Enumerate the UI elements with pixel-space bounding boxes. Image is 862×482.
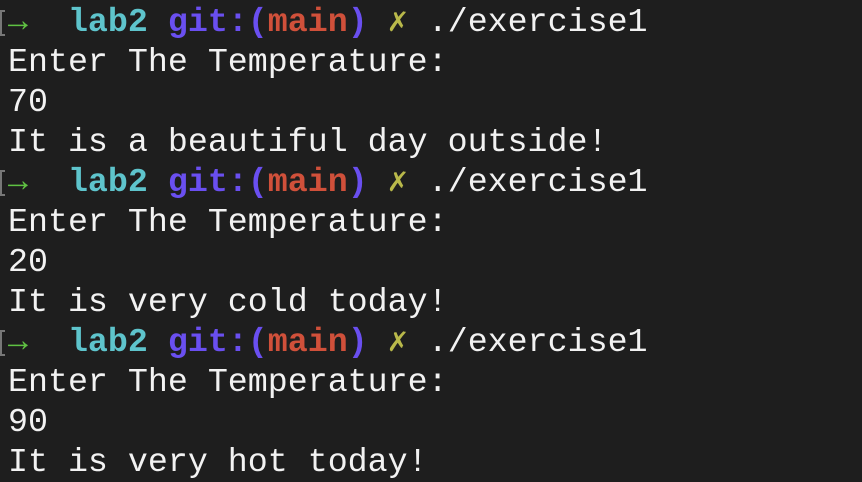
dirty-icon: ✗: [387, 3, 408, 41]
git-prefix: git:(: [167, 3, 268, 41]
mark-icon: [0, 10, 5, 36]
user-input: 90: [8, 403, 48, 441]
dir-name: lab2: [67, 323, 148, 361]
program-prompt: Enter The Temperature:: [8, 43, 448, 81]
dirty-icon: ✗: [387, 163, 408, 201]
dirty-icon: ✗: [387, 323, 408, 361]
git-suffix: ): [347, 323, 368, 361]
command: ./exercise1: [427, 3, 648, 41]
branch-name: main: [267, 163, 348, 201]
terminal-output[interactable]: → lab2 git:(main) ✗ ./exercise1 Enter Th…: [0, 2, 648, 482]
git-prefix: git:(: [167, 323, 268, 361]
program-output: It is very hot today!: [8, 443, 428, 481]
branch-name: main: [267, 3, 348, 41]
program-output: It is very cold today!: [8, 283, 448, 321]
command: ./exercise1: [427, 163, 648, 201]
user-input: 70: [8, 83, 48, 121]
prompt-line: → lab2 git:(main) ✗ ./exercise1: [0, 2, 648, 42]
git-suffix: ): [347, 3, 368, 41]
arrow-icon: →: [8, 163, 28, 201]
git-suffix: ): [347, 163, 368, 201]
user-input: 20: [8, 243, 48, 281]
dir-name: lab2: [67, 3, 148, 41]
program-output: It is a beautiful day outside!: [8, 123, 608, 161]
program-prompt: Enter The Temperature:: [8, 203, 448, 241]
command: ./exercise1: [427, 323, 648, 361]
git-prefix: git:(: [167, 163, 268, 201]
prompt-line: → lab2 git:(main) ✗ ./exercise1: [0, 162, 648, 202]
prompt-line: → lab2 git:(main) ✗ ./exercise1: [0, 322, 648, 362]
mark-icon: [0, 170, 5, 196]
program-prompt: Enter The Temperature:: [8, 363, 448, 401]
branch-name: main: [267, 323, 348, 361]
arrow-icon: →: [8, 3, 28, 41]
dir-name: lab2: [67, 163, 148, 201]
mark-icon: [0, 330, 5, 356]
arrow-icon: →: [8, 323, 28, 361]
